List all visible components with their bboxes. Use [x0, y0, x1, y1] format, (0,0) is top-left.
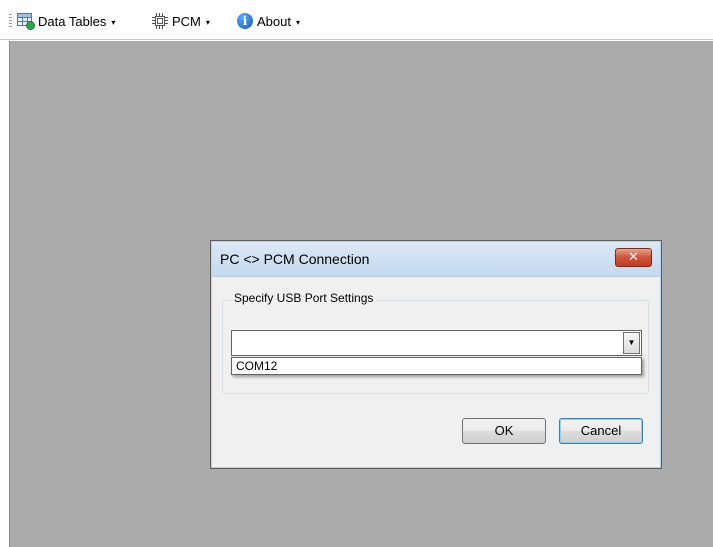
- cancel-button[interactable]: Cancel: [559, 418, 643, 444]
- about-menu[interactable]: i About ▾: [237, 12, 300, 30]
- chevron-down-icon: ▾: [111, 17, 116, 27]
- port-combobox[interactable]: ▼: [231, 330, 642, 356]
- pcm-label: PCM: [172, 13, 201, 29]
- close-icon: ✕: [628, 250, 639, 265]
- chevron-down-icon: ▼: [627, 338, 636, 347]
- connection-dialog: PC <> PCM Connection ✕ Specify USB Port …: [210, 240, 662, 469]
- dialog-title: PC <> PCM Connection: [220, 251, 370, 267]
- data-tables-menu[interactable]: Data Tables ▾: [17, 12, 115, 30]
- chip-icon: [152, 13, 168, 29]
- dialog-titlebar[interactable]: PC <> PCM Connection ✕: [212, 242, 660, 277]
- group-label: Specify USB Port Settings: [231, 291, 377, 305]
- about-label: About: [257, 13, 291, 29]
- dropdown-option-com12[interactable]: COM12: [234, 359, 279, 374]
- data-tables-label: Data Tables: [38, 13, 107, 29]
- pcm-menu[interactable]: PCM ▾: [152, 12, 210, 30]
- menu-toolbar: Data Tables ▾ PCM ▾ i About ▾: [0, 0, 713, 40]
- toolbar-grip[interactable]: [9, 14, 12, 28]
- info-icon: i: [237, 13, 253, 29]
- ok-button[interactable]: OK: [462, 418, 546, 444]
- close-button[interactable]: ✕: [615, 248, 652, 267]
- chevron-down-icon: ▾: [205, 17, 210, 27]
- chevron-down-icon: ▾: [295, 17, 300, 27]
- dialog-content: Specify USB Port Settings ▼ COM12 OK Can…: [212, 277, 660, 467]
- combo-dropdown-button[interactable]: ▼: [623, 332, 640, 354]
- table-add-icon: [17, 13, 35, 30]
- combo-dropdown-list: COM12: [231, 357, 642, 375]
